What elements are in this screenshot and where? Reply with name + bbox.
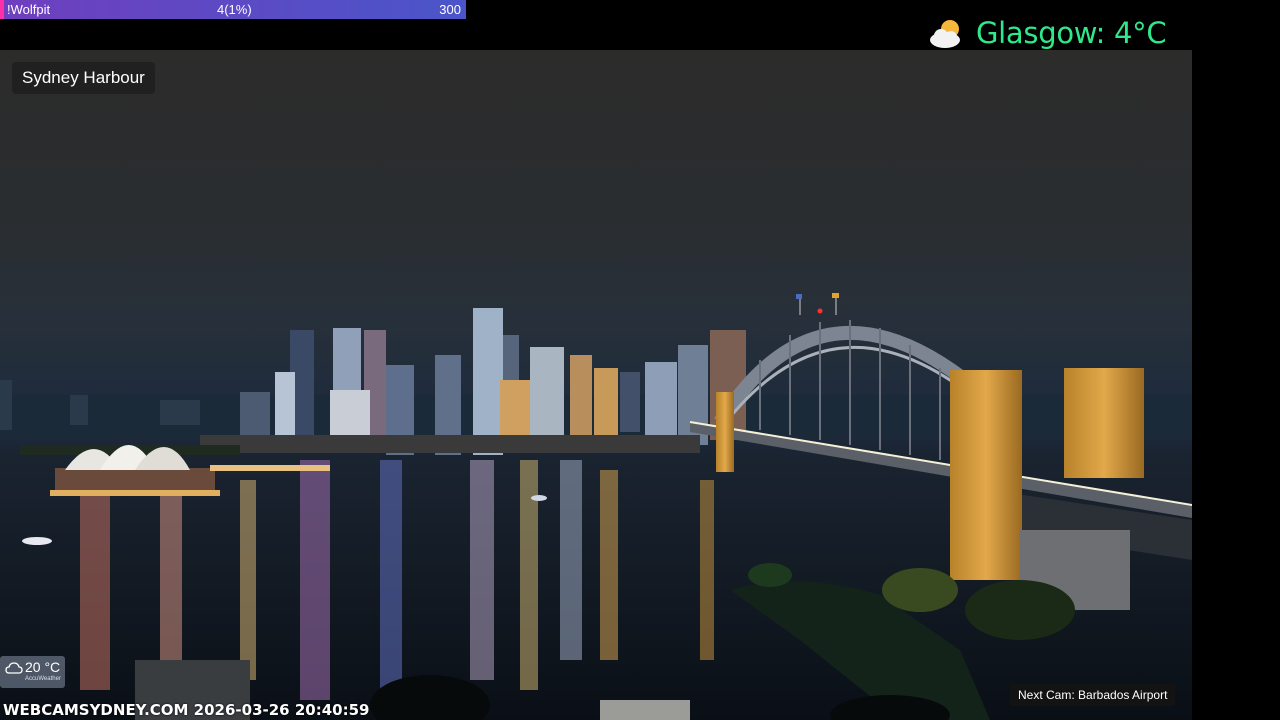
harbour-scene xyxy=(0,293,1192,720)
accuweather-temp: 20 °C xyxy=(25,659,61,675)
goal-progress-bar: !Wolfpit 4(1%) 300 xyxy=(0,0,466,19)
stream-root: !Wolfpit 4(1%) 300 Glasgow: 4°C Sydney H… xyxy=(0,0,1280,720)
goal-target: 300 xyxy=(439,2,461,17)
webcam-timestamp: WEBCAMSYDNEY.COM 2026-03-26 20:40:59 xyxy=(3,701,370,719)
accuweather-brand: AccuWeather xyxy=(25,676,61,682)
goal-name: !Wolfpit xyxy=(7,2,51,17)
cloud-icon xyxy=(5,662,23,674)
webcam-view xyxy=(0,50,1192,720)
next-cam-label: Next Cam: Barbados Airport xyxy=(1010,684,1176,706)
accuweather-badge: 20 °C AccuWeather xyxy=(0,656,65,688)
goal-progress-text: 4(1%) xyxy=(217,2,252,17)
partly-cloudy-icon xyxy=(930,20,960,48)
weather-text: Glasgow: 4°C xyxy=(976,16,1167,50)
letterbox-right xyxy=(1192,50,1280,720)
camera-title: Sydney Harbour xyxy=(12,62,155,94)
weather-widget: Glasgow: 4°C xyxy=(928,14,1167,52)
